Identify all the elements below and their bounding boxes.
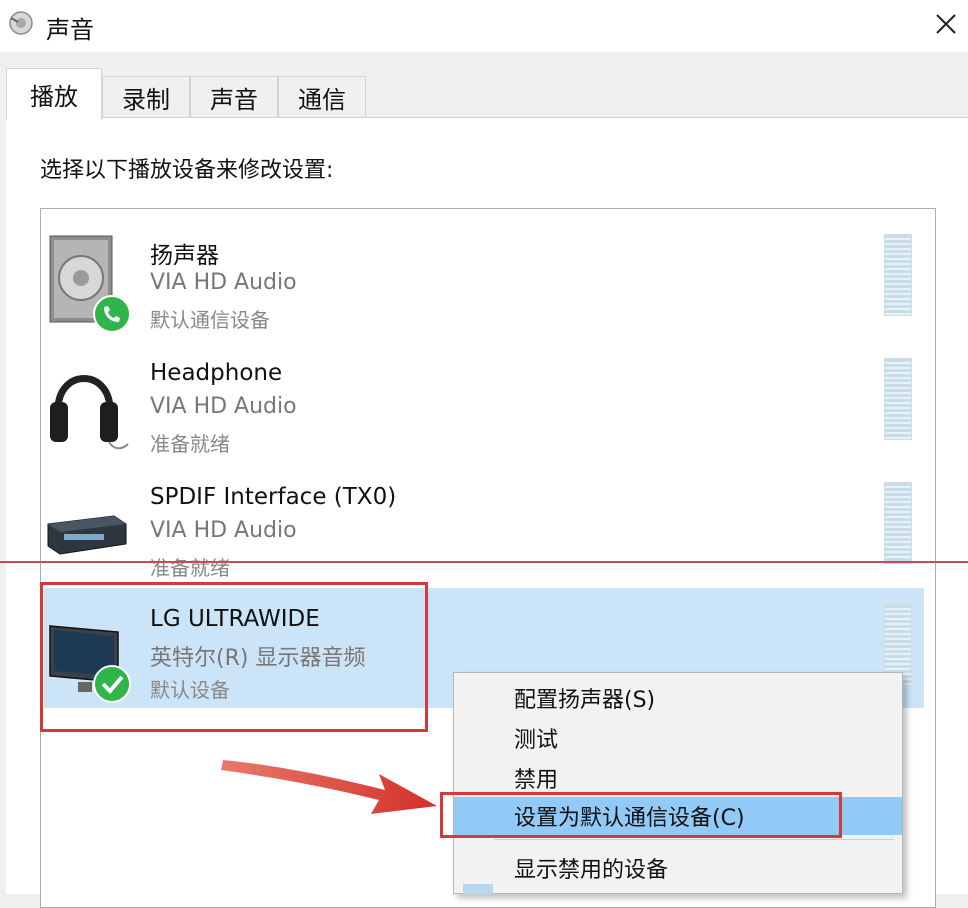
menu-bottom-highlight xyxy=(463,884,493,894)
volume-meter xyxy=(884,482,912,564)
speaker-app-icon xyxy=(9,11,33,35)
instruction-text: 选择以下播放设备来修改设置: xyxy=(40,158,334,183)
device-name: 扬声器 xyxy=(150,243,219,269)
device-driver: VIA HD Audio xyxy=(150,518,297,543)
device-name: Headphone xyxy=(150,360,283,386)
tab-communications[interactable]: 通信 xyxy=(278,76,366,118)
context-menu: 配置扬声器(S) 测试 禁用 设置为默认通信设备(C) 显示禁用的设备 xyxy=(453,672,903,894)
menu-separator xyxy=(494,839,894,840)
volume-meter xyxy=(884,234,912,316)
device-row-spdif[interactable]: SPDIF Interface (TX0) VIA HD Audio 准备就绪 xyxy=(44,466,924,586)
device-driver: VIA HD Audio xyxy=(150,270,297,295)
window-title: 声音 xyxy=(46,16,94,44)
device-status: 准备就绪 xyxy=(150,556,230,580)
annotation-divider-line xyxy=(0,561,968,563)
menu-item-test[interactable]: 测试 xyxy=(454,719,902,757)
tab-sounds[interactable]: 声音 xyxy=(190,76,278,118)
close-icon xyxy=(936,14,956,34)
phone-badge-icon xyxy=(93,295,131,333)
device-status: 准备就绪 xyxy=(150,432,230,456)
headphone-icon xyxy=(50,375,129,450)
spdif-device-icon xyxy=(47,515,127,555)
annotation-arrow-icon xyxy=(221,760,437,814)
tab-playback[interactable]: 播放 xyxy=(6,68,102,120)
device-driver: VIA HD Audio xyxy=(150,394,297,419)
device-row-headphone[interactable]: Headphone VIA HD Audio 准备就绪 xyxy=(44,342,924,462)
device-status: 默认通信设备 xyxy=(150,308,270,332)
device-row-speaker[interactable]: 扬声器 VIA HD Audio 默认通信设备 xyxy=(44,218,924,338)
title-bar: 声音 xyxy=(0,0,968,52)
close-button[interactable] xyxy=(924,4,968,44)
tab-recording[interactable]: 录制 xyxy=(102,76,190,118)
volume-meter xyxy=(884,358,912,440)
menu-item-show-disabled[interactable]: 显示禁用的设备 xyxy=(454,849,902,887)
annotation-device-highlight xyxy=(40,582,428,732)
device-name: SPDIF Interface (TX0) xyxy=(150,484,397,510)
tab-strip: 播放 录制 声音 通信 xyxy=(0,68,968,120)
annotation-menu-highlight xyxy=(440,792,842,838)
menu-item-configure-speakers[interactable]: 配置扬声器(S) xyxy=(454,679,902,717)
